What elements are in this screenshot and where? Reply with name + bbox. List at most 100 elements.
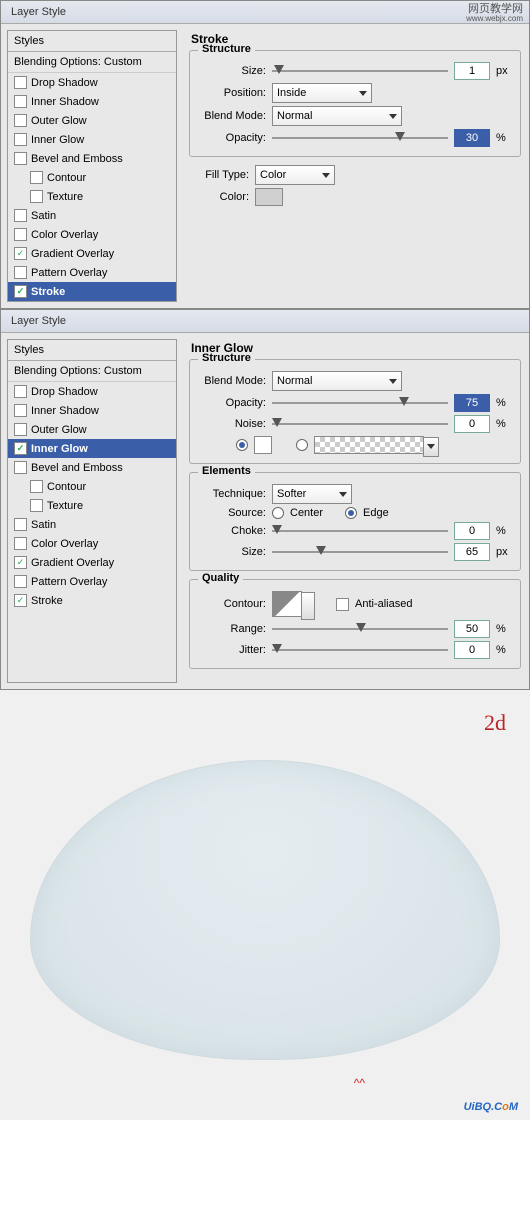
noise-slider[interactable] bbox=[272, 415, 448, 433]
styles-header[interactable]: Styles bbox=[8, 340, 176, 361]
style-item-label: Color Overlay bbox=[31, 229, 98, 241]
style-item-bevel-and-emboss[interactable]: Bevel and Emboss bbox=[8, 149, 176, 168]
opacity-slider[interactable] bbox=[272, 394, 448, 412]
blending-options[interactable]: Blending Options: Custom bbox=[8, 361, 176, 382]
style-item-label: Drop Shadow bbox=[31, 77, 98, 89]
jitter-input[interactable] bbox=[454, 641, 490, 659]
style-checkbox[interactable] bbox=[14, 404, 27, 417]
blend-mode-dropdown[interactable]: Normal bbox=[272, 106, 402, 126]
style-item-contour[interactable]: Contour bbox=[8, 477, 176, 496]
range-slider[interactable] bbox=[272, 620, 448, 638]
annotation-arrows: ^^ bbox=[354, 1076, 365, 1090]
size-input[interactable] bbox=[454, 543, 490, 561]
gradient-picker[interactable] bbox=[314, 436, 424, 454]
style-item-stroke[interactable]: Stroke bbox=[8, 282, 176, 301]
opacity-slider[interactable] bbox=[272, 129, 448, 147]
style-item-bevel-and-emboss[interactable]: Bevel and Emboss bbox=[8, 458, 176, 477]
style-item-gradient-overlay[interactable]: Gradient Overlay bbox=[8, 244, 176, 263]
style-checkbox[interactable] bbox=[30, 480, 43, 493]
color-radio[interactable] bbox=[236, 439, 248, 451]
size-label: Size: bbox=[196, 546, 266, 558]
style-item-pattern-overlay[interactable]: Pattern Overlay bbox=[8, 263, 176, 282]
style-item-label: Contour bbox=[47, 481, 86, 493]
style-item-outer-glow[interactable]: Outer Glow bbox=[8, 111, 176, 130]
style-checkbox[interactable] bbox=[14, 209, 27, 222]
style-item-gradient-overlay[interactable]: Gradient Overlay bbox=[8, 553, 176, 572]
style-item-label: Gradient Overlay bbox=[31, 557, 114, 569]
style-item-texture[interactable]: Texture bbox=[8, 496, 176, 515]
style-item-contour[interactable]: Contour bbox=[8, 168, 176, 187]
style-item-label: Drop Shadow bbox=[31, 386, 98, 398]
opacity-label: Opacity: bbox=[196, 132, 266, 144]
style-item-texture[interactable]: Texture bbox=[8, 187, 176, 206]
style-checkbox[interactable] bbox=[14, 594, 27, 607]
jitter-slider[interactable] bbox=[272, 641, 448, 659]
anti-aliased-checkbox[interactable] bbox=[336, 598, 349, 611]
style-item-inner-glow[interactable]: Inner Glow bbox=[8, 439, 176, 458]
preview-area: 2d ^^ UiBQ.CoM bbox=[0, 690, 530, 1120]
style-checkbox[interactable] bbox=[14, 461, 27, 474]
style-item-satin[interactable]: Satin bbox=[8, 206, 176, 225]
style-checkbox[interactable] bbox=[30, 171, 43, 184]
blend-mode-dropdown[interactable]: Normal bbox=[272, 371, 402, 391]
style-checkbox[interactable] bbox=[14, 442, 27, 455]
style-item-inner-shadow[interactable]: Inner Shadow bbox=[8, 401, 176, 420]
style-checkbox[interactable] bbox=[14, 76, 27, 89]
size-slider[interactable] bbox=[272, 543, 448, 561]
choke-label: Choke: bbox=[196, 525, 266, 537]
gradient-radio[interactable] bbox=[296, 439, 308, 451]
blend-mode-label: Blend Mode: bbox=[196, 110, 266, 122]
style-checkbox[interactable] bbox=[14, 556, 27, 569]
style-checkbox[interactable] bbox=[14, 133, 27, 146]
choke-slider[interactable] bbox=[272, 522, 448, 540]
style-item-pattern-overlay[interactable]: Pattern Overlay bbox=[8, 572, 176, 591]
style-checkbox[interactable] bbox=[14, 152, 27, 165]
color-swatch[interactable] bbox=[255, 188, 283, 206]
style-checkbox[interactable] bbox=[14, 114, 27, 127]
style-item-satin[interactable]: Satin bbox=[8, 515, 176, 534]
noise-input[interactable] bbox=[454, 415, 490, 433]
range-input[interactable] bbox=[454, 620, 490, 638]
style-item-label: Stroke bbox=[31, 595, 63, 607]
style-item-color-overlay[interactable]: Color Overlay bbox=[8, 534, 176, 553]
source-center-radio[interactable] bbox=[272, 507, 284, 519]
style-item-stroke[interactable]: Stroke bbox=[8, 591, 176, 610]
choke-input[interactable] bbox=[454, 522, 490, 540]
noise-label: Noise: bbox=[196, 418, 266, 430]
style-checkbox[interactable] bbox=[14, 266, 27, 279]
opacity-input[interactable] bbox=[454, 394, 490, 412]
style-item-drop-shadow[interactable]: Drop Shadow bbox=[8, 382, 176, 401]
style-checkbox[interactable] bbox=[14, 518, 27, 531]
style-checkbox[interactable] bbox=[14, 423, 27, 436]
blending-options[interactable]: Blending Options: Custom bbox=[8, 52, 176, 73]
style-checkbox[interactable] bbox=[14, 537, 27, 550]
style-item-inner-glow[interactable]: Inner Glow bbox=[8, 130, 176, 149]
blend-mode-label: Blend Mode: bbox=[196, 375, 266, 387]
style-checkbox[interactable] bbox=[14, 247, 27, 260]
styles-header[interactable]: Styles bbox=[8, 31, 176, 52]
style-checkbox[interactable] bbox=[14, 285, 27, 298]
contour-picker[interactable] bbox=[272, 591, 302, 617]
opacity-input[interactable] bbox=[454, 129, 490, 147]
style-item-outer-glow[interactable]: Outer Glow bbox=[8, 420, 176, 439]
style-item-color-overlay[interactable]: Color Overlay bbox=[8, 225, 176, 244]
style-checkbox[interactable] bbox=[30, 499, 43, 512]
style-checkbox[interactable] bbox=[14, 228, 27, 241]
style-checkbox[interactable] bbox=[14, 95, 27, 108]
style-checkbox[interactable] bbox=[30, 190, 43, 203]
size-slider[interactable] bbox=[272, 62, 448, 80]
style-item-inner-shadow[interactable]: Inner Shadow bbox=[8, 92, 176, 111]
fill-type-dropdown[interactable]: Color bbox=[255, 165, 335, 185]
size-input[interactable] bbox=[454, 62, 490, 80]
glow-color-swatch[interactable] bbox=[254, 436, 272, 454]
technique-dropdown[interactable]: Softer bbox=[272, 484, 352, 504]
source-edge-radio[interactable] bbox=[345, 507, 357, 519]
style-item-label: Inner Shadow bbox=[31, 405, 99, 417]
style-item-drop-shadow[interactable]: Drop Shadow bbox=[8, 73, 176, 92]
style-checkbox[interactable] bbox=[14, 575, 27, 588]
style-checkbox[interactable] bbox=[14, 385, 27, 398]
position-dropdown[interactable]: Inside bbox=[272, 83, 372, 103]
range-label: Range: bbox=[196, 623, 266, 635]
color-label: Color: bbox=[193, 191, 249, 203]
style-item-label: Texture bbox=[47, 500, 83, 512]
